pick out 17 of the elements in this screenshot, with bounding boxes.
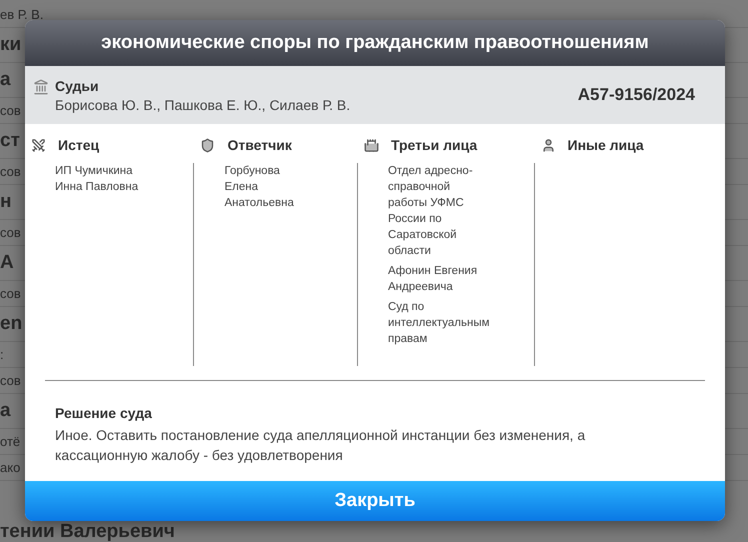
close-button[interactable]: Закрыть (25, 481, 725, 521)
party-label: Истец (58, 137, 100, 153)
party-label: Третьи лица (390, 137, 478, 153)
party-name: Суд по интеллектуальным правам (388, 300, 490, 347)
shield-icon (200, 138, 216, 152)
decision-label: Решение суда (55, 405, 153, 421)
background-text: тении Валерьевич (0, 522, 176, 542)
party-name: Афонин Евгения Андреевича (388, 264, 478, 295)
dialog-title: экономические споры по гражданским правоотношениям (25, 20, 725, 66)
swords-icon (31, 138, 46, 152)
party-label: Ответчик (227, 137, 292, 153)
castle-icon (364, 138, 379, 152)
person-icon (540, 138, 556, 152)
judges-names: Борисова Ю. В., Пашкова Е. Ю., Силаев Р. В. (55, 96, 352, 112)
judges-label: Судьи (55, 78, 100, 94)
courthouse-icon (33, 79, 49, 95)
party-label: Иные лица (568, 137, 644, 153)
